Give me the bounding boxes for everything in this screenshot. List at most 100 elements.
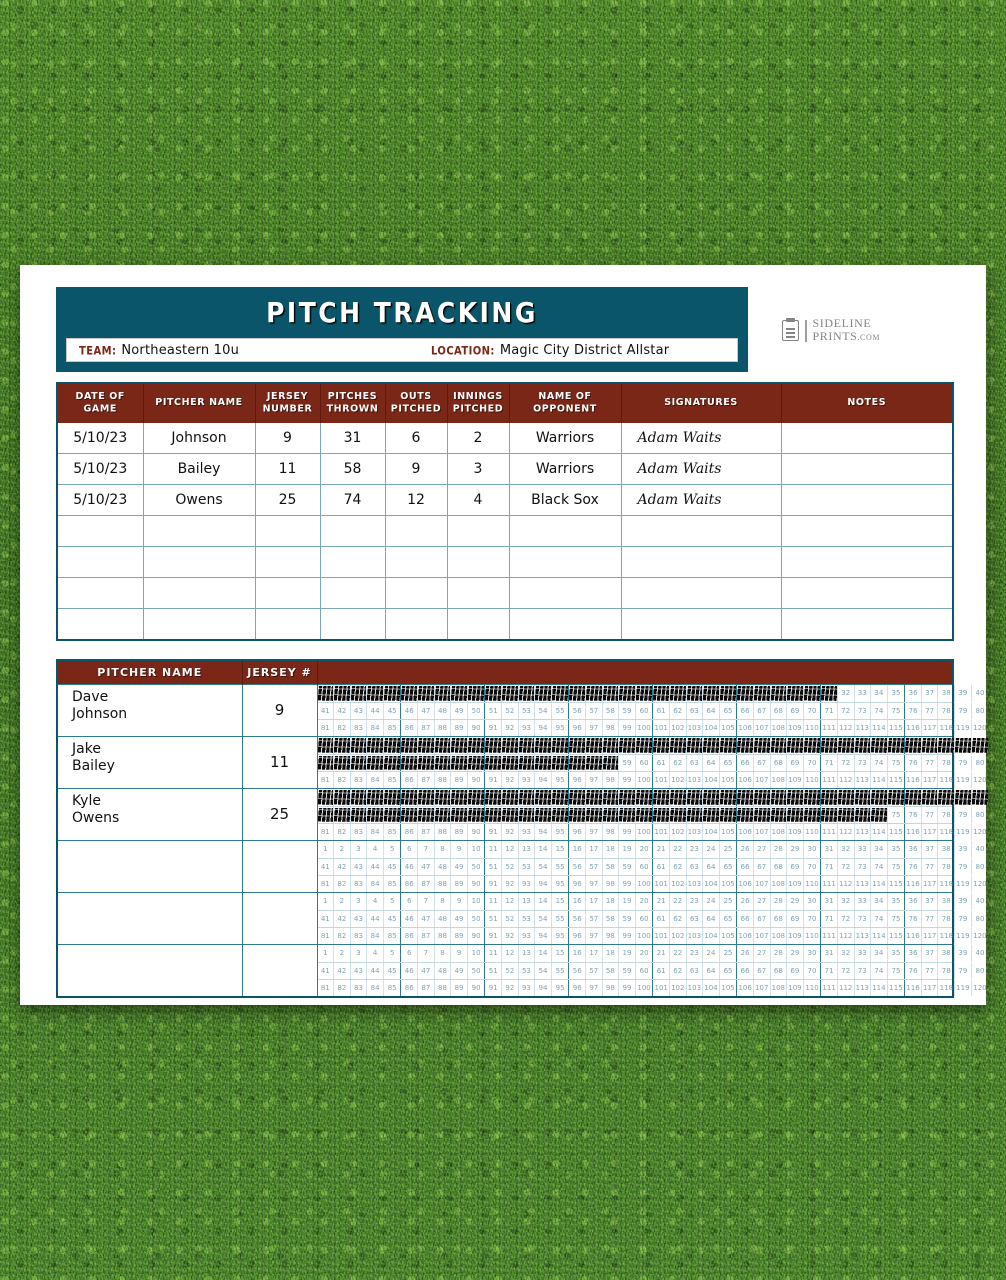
pitch-cell-85[interactable]: 85: [384, 928, 401, 944]
pitch-cell-111[interactable]: 111: [821, 771, 838, 788]
pitch-cell-82[interactable]: 82: [334, 719, 351, 736]
pitch-cell-76[interactable]: 76: [905, 858, 922, 875]
location-field[interactable]: LOCATION: Magic City District Allstar: [431, 343, 669, 358]
pitch-cell-95[interactable]: 95: [552, 720, 569, 736]
pitch-cell-107[interactable]: 107: [754, 719, 771, 736]
pitch-count-grid[interactable]: 1234567891011121314151617181920212223242…: [316, 787, 987, 841]
pitch-cell-16[interactable]: 16: [569, 684, 586, 702]
cell-notes[interactable]: [780, 515, 954, 547]
pitch-cell-11[interactable]: 11: [485, 892, 503, 910]
pitch-cell-8[interactable]: 8: [435, 892, 452, 910]
pitch-cell-11[interactable]: 11: [485, 684, 503, 702]
pitch-cell-52[interactable]: 52: [502, 806, 519, 823]
cell-pitches[interactable]: [319, 608, 386, 640]
pitch-cell-13[interactable]: 13: [519, 736, 536, 754]
pitch-cell-49[interactable]: 49: [451, 858, 468, 875]
pitch-cell-47[interactable]: 47: [418, 754, 435, 771]
pitch-cell-97[interactable]: 97: [586, 719, 603, 736]
pitch-cell-82[interactable]: 82: [334, 979, 351, 996]
pitch-cell-115[interactable]: 115: [888, 928, 905, 944]
pitch-cell-111[interactable]: 111: [821, 875, 838, 892]
pitch-cell-68[interactable]: 68: [771, 702, 788, 719]
pitch-cell-33[interactable]: 33: [855, 684, 872, 702]
pitch-cell-43[interactable]: 43: [351, 910, 368, 927]
pitch-cell-74[interactable]: 74: [871, 910, 888, 927]
pitch-cell-79[interactable]: 79: [955, 754, 972, 771]
pitch-cell-98[interactable]: 98: [603, 927, 620, 944]
pitch-cell-58[interactable]: 58: [603, 910, 620, 927]
pitch-cell-102[interactable]: 102: [670, 979, 687, 996]
pitch-cell-41[interactable]: 41: [318, 702, 335, 719]
pitch-cell-22[interactable]: 22: [670, 736, 687, 754]
pitch-cell-106[interactable]: 106: [737, 823, 754, 840]
pitch-count-row[interactable]: DaveJohnson91234567891011121314151617181…: [56, 683, 987, 737]
pitch-cell-102[interactable]: 102: [670, 875, 687, 892]
pitcher-name-cell[interactable]: [56, 891, 243, 945]
pitch-cell-75[interactable]: 75: [888, 703, 905, 719]
pitch-cell-92[interactable]: 92: [502, 719, 519, 736]
cell-innings[interactable]: [446, 515, 510, 547]
pitch-cell-43[interactable]: 43: [351, 754, 368, 771]
pitch-cell-11[interactable]: 11: [485, 840, 503, 858]
pitch-cell-27[interactable]: 27: [754, 892, 771, 910]
cell-outs[interactable]: 9: [384, 453, 448, 485]
cell-date[interactable]: 5/10/23: [56, 484, 144, 516]
pitch-cell-96[interactable]: 96: [569, 823, 586, 840]
pitch-cell-110[interactable]: 110: [804, 928, 821, 944]
pitch-cell-97[interactable]: 97: [586, 823, 603, 840]
pitch-count-row[interactable]: KyleOwens2512345678910111213141516171819…: [56, 787, 987, 841]
pitch-cell-10[interactable]: 10: [468, 737, 485, 754]
pitch-cell-57[interactable]: 57: [586, 702, 603, 719]
pitch-cell-108[interactable]: 108: [771, 979, 788, 996]
pitch-cell-58[interactable]: 58: [603, 962, 620, 979]
pitch-cell-60[interactable]: 60: [636, 911, 653, 927]
pitch-cell-4[interactable]: 4: [367, 840, 384, 858]
pitch-cell-73[interactable]: 73: [855, 754, 872, 771]
pitch-cell-56[interactable]: 56: [569, 754, 586, 771]
pitch-cell-18[interactable]: 18: [603, 736, 620, 754]
pitch-cell-21[interactable]: 21: [653, 736, 670, 754]
pitch-cell-19[interactable]: 19: [619, 892, 636, 910]
pitch-cell-9[interactable]: 9: [451, 736, 468, 754]
pitch-cell-25[interactable]: 25: [720, 893, 737, 910]
pitch-count-grid[interactable]: 1234567891011121314151617181920212223242…: [316, 891, 987, 945]
pitch-cell-7[interactable]: 7: [418, 892, 435, 910]
cell-innings[interactable]: 3: [446, 453, 510, 485]
pitch-cell-119[interactable]: 119: [955, 719, 972, 736]
pitch-cell-63[interactable]: 63: [687, 806, 704, 823]
pitch-cell-50[interactable]: 50: [468, 755, 485, 771]
pitch-cell-115[interactable]: 115: [888, 876, 905, 892]
pitch-cell-80[interactable]: 80: [972, 755, 989, 771]
pitch-cell-39[interactable]: 39: [955, 840, 972, 858]
pitch-cell-116[interactable]: 116: [905, 719, 922, 736]
pitch-cell-100[interactable]: 100: [636, 928, 653, 944]
pitch-cell-77[interactable]: 77: [922, 962, 939, 979]
pitch-cell-52[interactable]: 52: [502, 702, 519, 719]
pitch-cell-68[interactable]: 68: [771, 806, 788, 823]
pitch-cell-73[interactable]: 73: [855, 962, 872, 979]
pitch-cell-29[interactable]: 29: [787, 892, 804, 910]
pitch-cell-14[interactable]: 14: [535, 788, 552, 806]
cell-opponent[interactable]: Warriors: [508, 453, 622, 485]
pitch-cell-67[interactable]: 67: [754, 910, 771, 927]
pitch-cell-94[interactable]: 94: [535, 979, 552, 996]
pitch-cell-24[interactable]: 24: [703, 944, 720, 962]
pitch-cell-40[interactable]: 40: [972, 789, 989, 806]
pitch-cell-32[interactable]: 32: [838, 736, 855, 754]
pitch-cell-71[interactable]: 71: [821, 806, 838, 823]
pitch-cell-69[interactable]: 69: [787, 702, 804, 719]
pitch-cell-90[interactable]: 90: [468, 772, 485, 788]
pitch-cell-49[interactable]: 49: [451, 754, 468, 771]
pitch-cell-46[interactable]: 46: [401, 858, 419, 875]
pitch-cell-115[interactable]: 115: [888, 824, 905, 840]
pitch-cell-97[interactable]: 97: [586, 771, 603, 788]
cell-innings[interactable]: [446, 546, 510, 578]
pitch-cell-91[interactable]: 91: [485, 927, 503, 944]
pitch-cell-96[interactable]: 96: [569, 719, 586, 736]
cell-date[interactable]: [56, 577, 144, 609]
pitch-cell-66[interactable]: 66: [737, 806, 754, 823]
pitch-cell-38[interactable]: 38: [938, 788, 956, 806]
pitch-cell-42[interactable]: 42: [334, 702, 351, 719]
pitch-cell-36[interactable]: 36: [905, 944, 922, 962]
pitch-cell-108[interactable]: 108: [771, 719, 788, 736]
